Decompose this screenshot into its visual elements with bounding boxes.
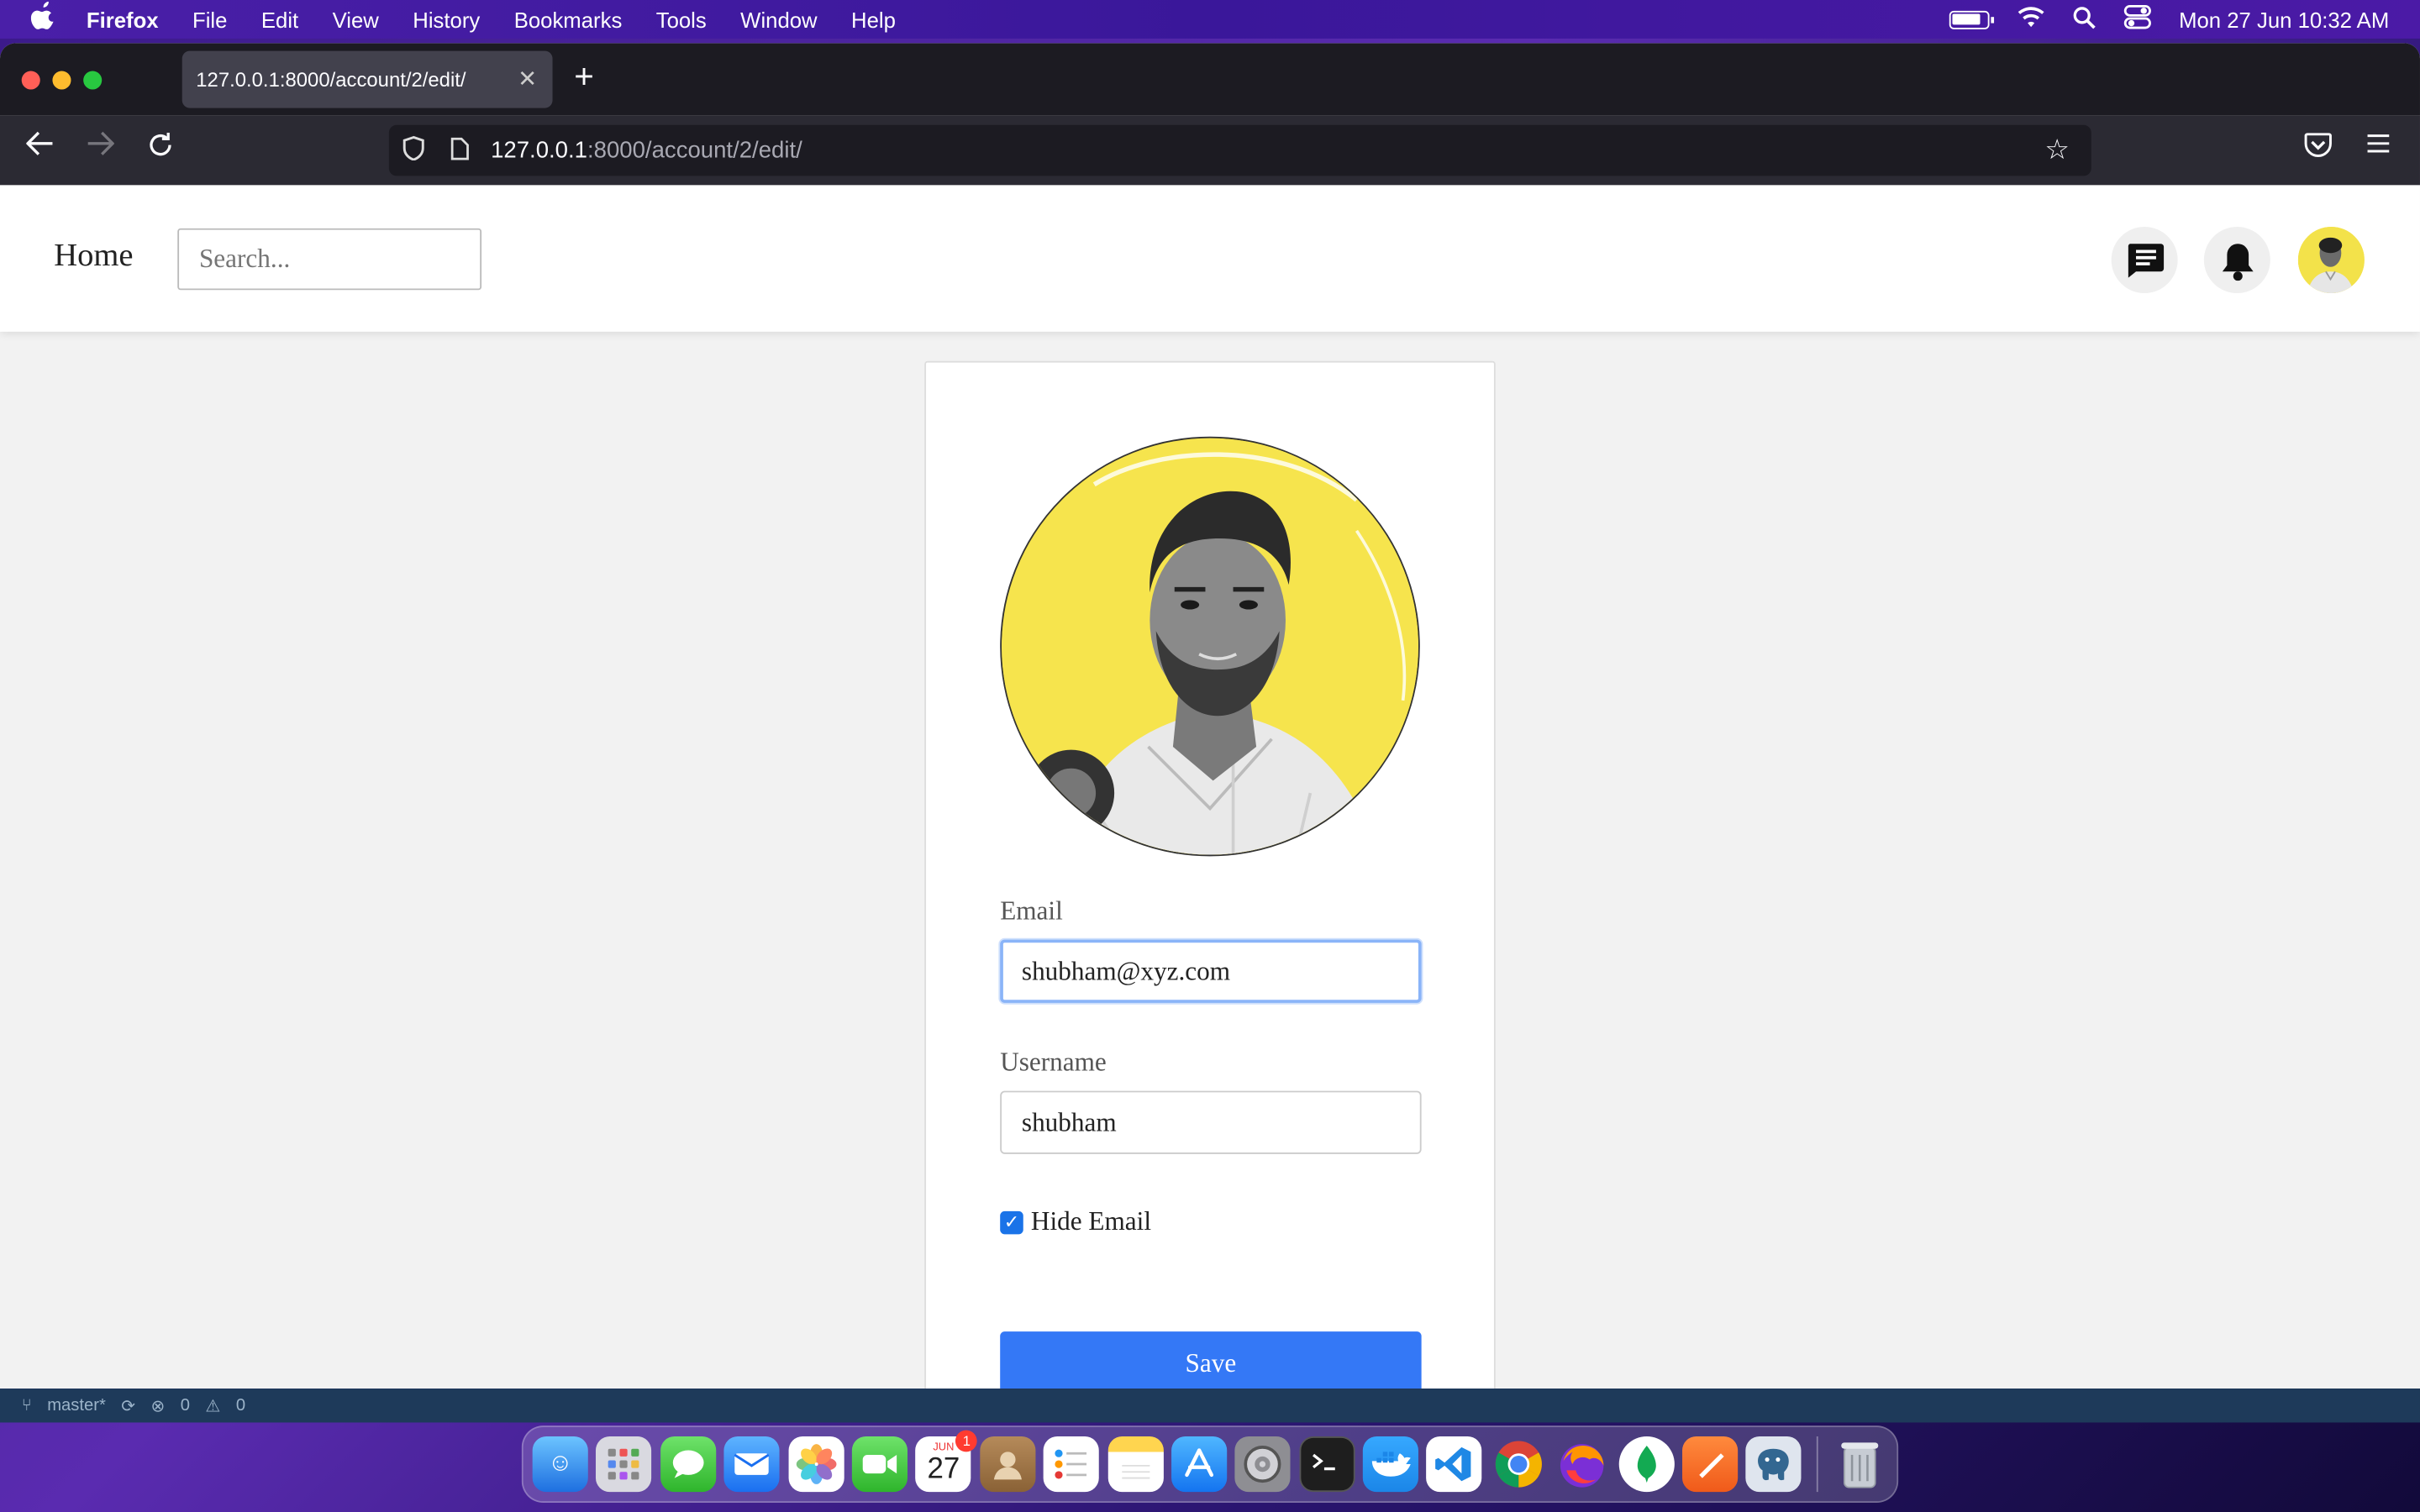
tab-title: 127.0.0.1:8000/account/2/edit/ xyxy=(196,67,466,92)
spotlight-search-icon[interactable] xyxy=(2072,5,2096,33)
wifi-icon[interactable] xyxy=(2017,6,2044,32)
git-branch[interactable]: master* xyxy=(47,1396,106,1415)
error-icon[interactable]: ⊗ xyxy=(151,1395,166,1415)
email-label: Email xyxy=(1000,896,1063,927)
save-button[interactable]: Save xyxy=(1000,1331,1422,1389)
email-field[interactable]: shubham@xyz.com xyxy=(1000,939,1422,1003)
screen: Firefox File Edit View History Bookmarks… xyxy=(0,0,2420,1512)
control-center-icon[interactable] xyxy=(2123,4,2151,34)
menu-help[interactable]: Help xyxy=(851,7,896,31)
url-host: 127.0.0.1 xyxy=(491,137,587,164)
vscode-icon[interactable] xyxy=(1426,1436,1483,1493)
menu-history[interactable]: History xyxy=(413,7,480,31)
firefox-window: 127.0.0.1:8000/account/2/edit/ ✕ + 127.0… xyxy=(0,43,2420,1389)
site-search-input[interactable] xyxy=(177,228,482,291)
menu-app-name[interactable]: Firefox xyxy=(87,7,159,31)
sync-icon[interactable]: ⟳ xyxy=(121,1395,135,1415)
mongodb-compass-icon[interactable] xyxy=(1618,1436,1675,1493)
site-header: Home xyxy=(0,185,2420,332)
trash-icon[interactable] xyxy=(1833,1436,1888,1492)
page-viewport: Home Search... Email shubham@xyz.com Use… xyxy=(0,185,2420,1389)
calendar-day: 27 xyxy=(927,1453,960,1486)
mail-icon[interactable] xyxy=(723,1436,780,1493)
terminal-icon[interactable] xyxy=(1298,1436,1355,1493)
menu-view[interactable]: View xyxy=(333,7,379,31)
docker-icon[interactable] xyxy=(1362,1436,1419,1493)
finder-icon[interactable]: ☺ xyxy=(532,1436,588,1493)
postgres-icon[interactable] xyxy=(1746,1436,1802,1493)
menu-bar: Firefox File Edit View History Bookmarks… xyxy=(0,0,2420,39)
nav-toolbar: 127.0.0.1:8000/account/2/edit/ ☆ xyxy=(0,115,2420,186)
reminders-icon[interactable] xyxy=(1043,1436,1099,1493)
bell-icon[interactable] xyxy=(2203,226,2270,293)
system-preferences-icon[interactable] xyxy=(1234,1436,1292,1493)
warnings-count[interactable]: 0 xyxy=(236,1396,245,1415)
dock: ☺ JUN 27 1 xyxy=(521,1425,1899,1503)
profile-photo[interactable] xyxy=(1000,436,1420,857)
launchpad-icon[interactable] xyxy=(596,1436,652,1493)
reload-icon[interactable] xyxy=(142,131,179,166)
calendar-badge: 1 xyxy=(955,1430,978,1452)
calendar-icon[interactable]: JUN 27 1 xyxy=(915,1430,978,1493)
username-field[interactable]: shubham xyxy=(1000,1090,1422,1154)
hide-email-label[interactable]: Hide Email xyxy=(1031,1206,1151,1237)
photos-icon[interactable] xyxy=(787,1436,844,1493)
menu-bookmarks[interactable]: Bookmarks xyxy=(514,7,623,31)
menu-file[interactable]: File xyxy=(192,7,227,31)
problems-count[interactable]: 0 xyxy=(181,1396,190,1415)
back-arrow-icon[interactable] xyxy=(22,131,59,164)
close-window-button[interactable] xyxy=(21,70,40,89)
tab-active[interactable]: 127.0.0.1:8000/account/2/edit/ ✕ xyxy=(182,50,553,108)
forward-arrow-icon[interactable] xyxy=(82,131,118,164)
messages-icon[interactable] xyxy=(660,1436,716,1493)
pocket-icon[interactable] xyxy=(2304,133,2332,165)
app-store-icon[interactable] xyxy=(1171,1436,1228,1493)
bookmark-star-icon[interactable]: ☆ xyxy=(2044,134,2070,167)
hide-email-checkbox[interactable]: ✓ xyxy=(1000,1210,1023,1234)
url-bar[interactable]: 127.0.0.1:8000/account/2/edit/ ☆ xyxy=(388,124,2091,176)
menu-window[interactable]: Window xyxy=(740,7,817,31)
git-branch-icon[interactable]: ⑂ xyxy=(22,1396,32,1415)
postman-icon[interactable] xyxy=(1682,1436,1739,1493)
minimize-window-button[interactable] xyxy=(52,70,71,89)
facetime-icon[interactable] xyxy=(851,1436,908,1493)
home-link[interactable]: Home xyxy=(54,236,133,275)
tab-bar: 127.0.0.1:8000/account/2/edit/ ✕ + xyxy=(0,43,2420,116)
contacts-icon[interactable] xyxy=(979,1436,1035,1493)
notes-icon[interactable] xyxy=(1107,1436,1164,1493)
page-info-icon[interactable] xyxy=(450,137,472,165)
clock[interactable]: Mon 27 Jun 10:32 AM xyxy=(2179,7,2389,31)
edit-account-card: Email shubham@xyz.com Username shubham ✓… xyxy=(924,360,1496,1389)
url-path: :8000/account/2/edit/ xyxy=(587,137,802,164)
battery-icon[interactable] xyxy=(1949,9,1994,29)
hide-email-checkbox-row[interactable]: ✓ Hide Email xyxy=(1000,1206,1151,1237)
warning-icon[interactable]: ⚠ xyxy=(205,1395,220,1415)
chat-icon[interactable] xyxy=(2111,226,2178,293)
user-avatar[interactable] xyxy=(2297,226,2365,293)
hamburger-menu-icon[interactable] xyxy=(2366,133,2391,162)
dock-separator xyxy=(1816,1436,1818,1493)
close-tab-icon[interactable]: ✕ xyxy=(518,65,537,92)
menu-tools[interactable]: Tools xyxy=(656,7,707,31)
apple-icon[interactable] xyxy=(30,1,59,37)
menu-edit[interactable]: Edit xyxy=(261,7,298,31)
firefox-icon[interactable] xyxy=(1555,1436,1610,1492)
username-label: Username xyxy=(1000,1047,1107,1078)
editor-status-bar: ⑂ master* ⟳ ⊗ 0 ⚠ 0 xyxy=(0,1389,2420,1423)
new-tab-icon[interactable]: + xyxy=(574,57,594,97)
window-controls xyxy=(21,70,103,89)
zoom-window-button[interactable] xyxy=(83,70,103,89)
chrome-icon[interactable] xyxy=(1491,1436,1546,1492)
tracking-protection-shield-icon[interactable] xyxy=(402,135,427,165)
